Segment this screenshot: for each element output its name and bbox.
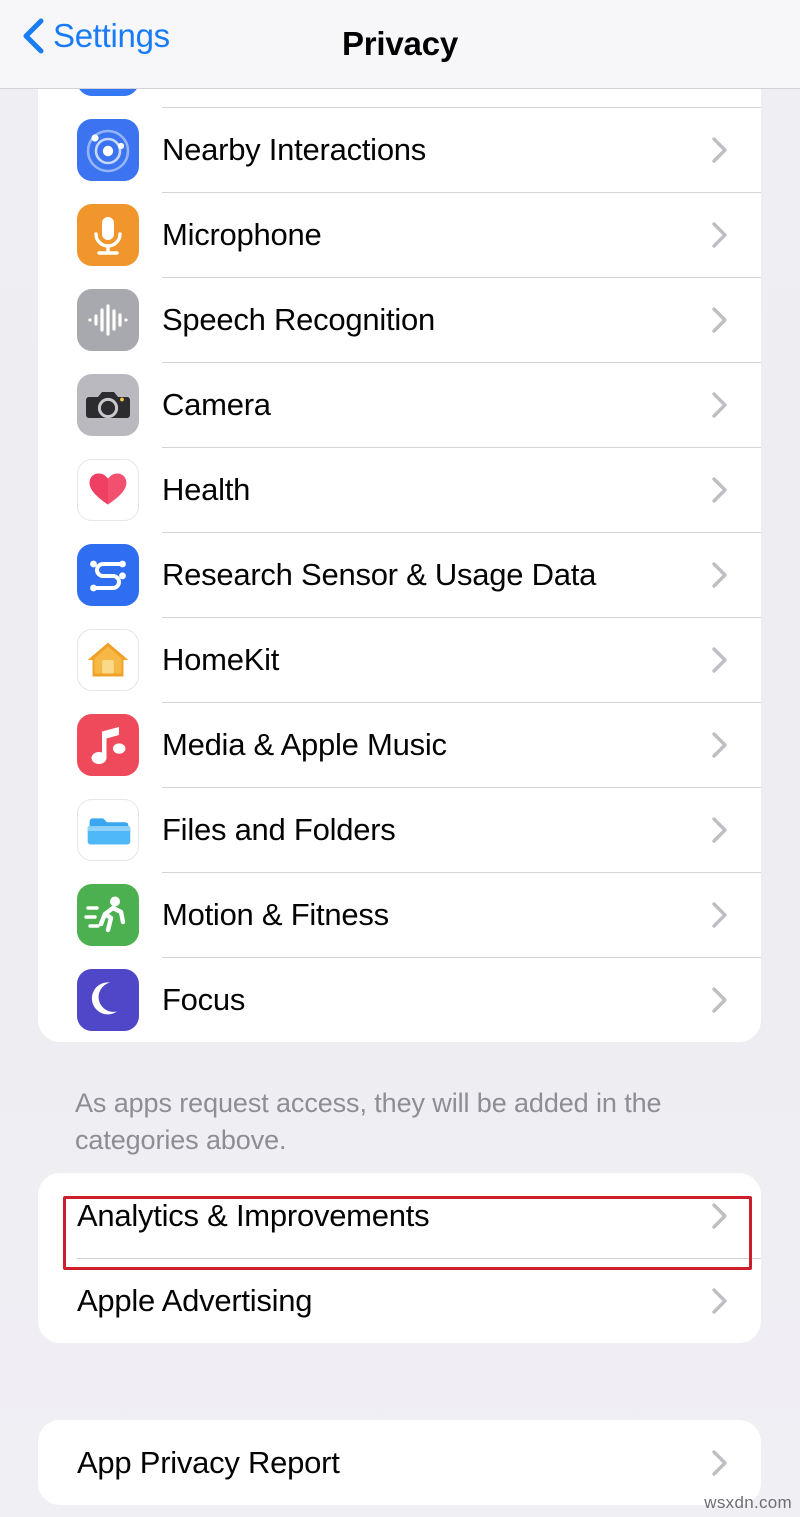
settings-row-label: App Privacy Report [77, 1444, 340, 1480]
chevron-right-icon [711, 561, 728, 589]
chevron-right-icon [711, 1449, 728, 1477]
chevron-right-icon [711, 136, 728, 164]
health-heart-icon [77, 458, 139, 521]
chevron-right-icon [711, 986, 728, 1014]
chevron-right-icon [711, 391, 728, 419]
settings-row-nearby-interactions[interactable]: Nearby Interactions [38, 107, 761, 192]
settings-row-label: Speech Recognition [162, 301, 435, 337]
motion-fitness-icon [77, 883, 139, 946]
settings-row-camera[interactable]: Camera [38, 362, 761, 447]
analytics-advertising-card: Analytics & Improvements Apple Advertisi… [38, 1173, 761, 1343]
speech-recognition-icon [77, 288, 139, 351]
settings-row-media-apple-music[interactable]: Media & Apple Music [38, 702, 761, 787]
camera-icon [77, 373, 139, 436]
focus-moon-icon [77, 968, 139, 1031]
settings-row-label: Analytics & Improvements [77, 1197, 430, 1233]
privacy-settings-screen: Settings Privacy Local Network [0, 0, 800, 1517]
chevron-right-icon [711, 816, 728, 844]
settings-row-label: Focus [162, 981, 246, 1017]
nearby-interactions-icon [77, 118, 139, 181]
chevron-right-icon [711, 1287, 728, 1315]
chevron-right-icon [711, 646, 728, 674]
settings-row-label: Nearby Interactions [162, 131, 427, 167]
settings-row-focus[interactable]: Focus [38, 957, 761, 1042]
settings-row-homekit[interactable]: HomeKit [38, 617, 761, 702]
settings-row-label: Research Sensor & Usage Data [162, 556, 597, 592]
settings-row-label: Files and Folders [162, 811, 396, 847]
chevron-right-icon [711, 221, 728, 249]
chevron-right-icon [711, 1202, 728, 1230]
settings-row-analytics-improvements[interactable]: Analytics & Improvements [38, 1173, 761, 1258]
settings-row-label: Media & Apple Music [162, 726, 447, 762]
chevron-right-icon [711, 476, 728, 504]
settings-row-label: Health [162, 471, 251, 507]
navigation-bar: Settings Privacy [0, 0, 800, 89]
media-apple-music-icon [77, 713, 139, 776]
settings-row-research-sensor-usage-data[interactable]: Research Sensor & Usage Data [38, 532, 761, 617]
watermark-text: wsxdn.com [704, 1493, 792, 1512]
settings-row-label: Camera [162, 386, 271, 422]
microphone-icon [77, 203, 139, 266]
settings-row-microphone[interactable]: Microphone [38, 192, 761, 277]
chevron-right-icon [711, 901, 728, 929]
settings-row-label: Apple Advertising [77, 1282, 313, 1318]
settings-row-apple-advertising[interactable]: Apple Advertising [38, 1258, 761, 1343]
homekit-icon [77, 628, 139, 691]
chevron-right-icon [711, 306, 728, 334]
settings-row-app-privacy-report[interactable]: App Privacy Report [38, 1420, 761, 1505]
privacy-permissions-card: Local Network [38, 22, 761, 1042]
settings-row-motion-fitness[interactable]: Motion & Fitness [38, 872, 761, 957]
settings-row-label: Motion & Fitness [162, 896, 389, 932]
settings-row-health[interactable]: Health [38, 447, 761, 532]
research-sensor-icon [77, 543, 139, 606]
settings-row-label: Microphone [162, 216, 322, 252]
chevron-right-icon [711, 731, 728, 759]
settings-row-files-and-folders[interactable]: Files and Folders [38, 787, 761, 872]
page-title: Privacy [341, 25, 459, 62]
app-privacy-report-card: App Privacy Report [38, 1420, 761, 1505]
settings-row-speech-recognition[interactable]: Speech Recognition [38, 277, 761, 362]
settings-row-label: HomeKit [162, 641, 280, 677]
permissions-footnote: As apps request access, they will be add… [75, 1088, 662, 1155]
files-and-folders-icon [77, 798, 139, 861]
